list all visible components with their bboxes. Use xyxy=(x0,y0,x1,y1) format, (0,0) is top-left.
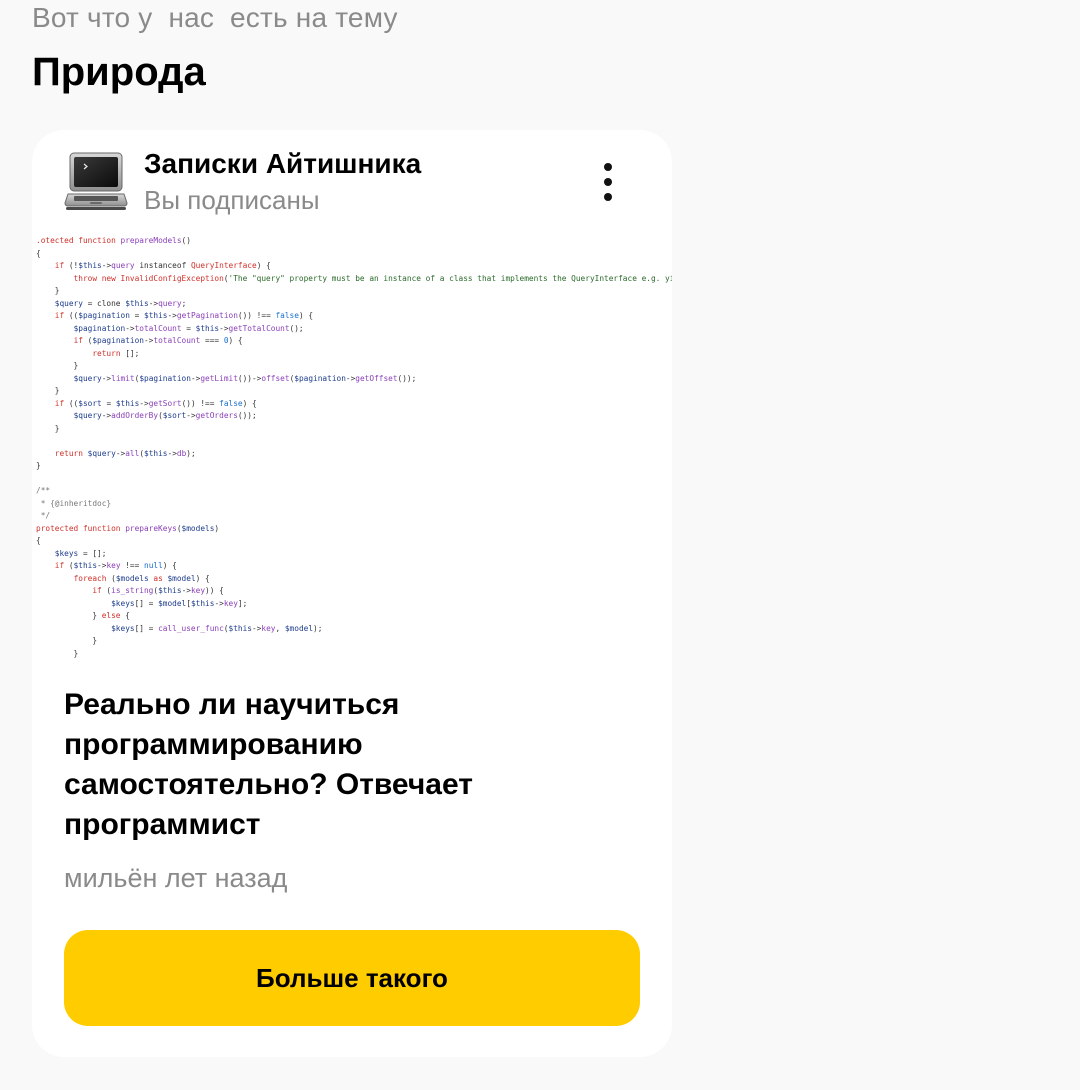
topic-hint: Вот что у нас есть на тему xyxy=(32,2,398,33)
article-cover-image[interactable]: .otected function prepareModels() { if (… xyxy=(32,232,672,664)
article-card[interactable]: Записки Айтишника Вы подписаны .otected … xyxy=(32,130,672,1057)
subscription-status: Вы подписаны xyxy=(144,185,320,215)
laptop-icon[interactable] xyxy=(64,150,128,214)
article-title[interactable]: Реально ли научиться программированию са… xyxy=(64,685,624,845)
channel-name[interactable]: Записки Айтишника xyxy=(144,148,421,180)
article-time: мильён лет назад xyxy=(64,863,288,893)
code-screenshot: .otected function prepareModels() { if (… xyxy=(36,236,672,658)
topic-title: Природа xyxy=(32,50,206,94)
more-like-this-button[interactable]: Больше такого xyxy=(64,930,640,1026)
more-vertical-icon[interactable] xyxy=(588,158,628,206)
